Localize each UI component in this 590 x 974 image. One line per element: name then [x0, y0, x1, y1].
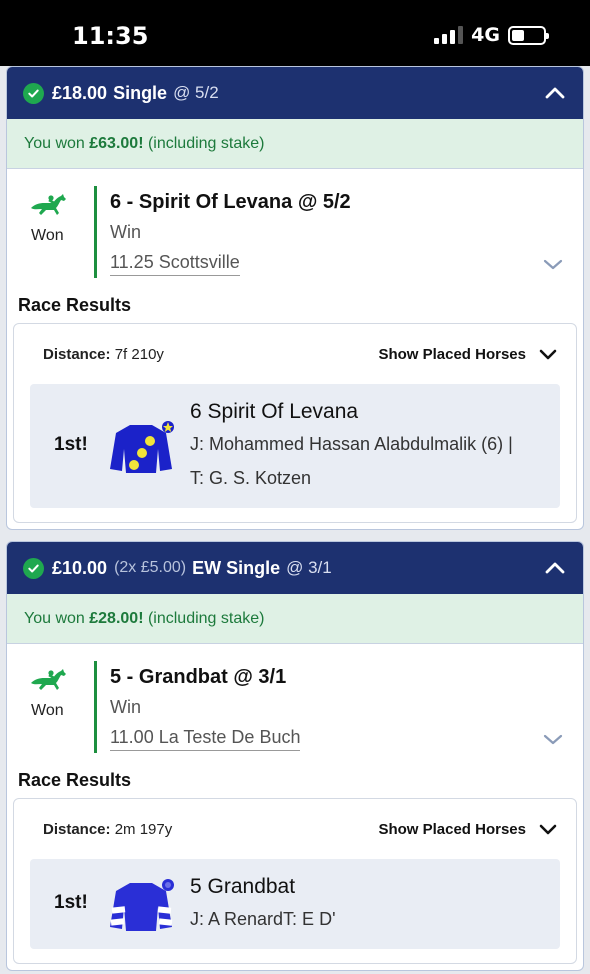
- show-placed-label: Show Placed Horses: [378, 820, 526, 838]
- finish-position: 1st!: [54, 892, 88, 913]
- win-amount: £63.00!: [89, 134, 144, 152]
- selection-market: Win: [110, 222, 141, 242]
- bet-card: £18.00 Single @ 5/2 You won £63.00! (inc…: [6, 66, 584, 530]
- each-way-breakdown: (2x £5.00): [114, 559, 187, 576]
- selection-row: Won 6 - Spirit Of Levana @ 5/2 Win 11.25…: [7, 169, 583, 287]
- network-type: 4G: [471, 24, 500, 46]
- jockey-silks-icon: [110, 879, 174, 931]
- race-results-title: Race Results: [18, 770, 132, 790]
- racehorse-icon: [31, 669, 66, 690]
- selection-name: 5 - Grandbat @ 3/1: [110, 666, 287, 688]
- clock: 11:35: [72, 22, 149, 50]
- status-divider: [94, 661, 97, 753]
- selection-name: 6 - Spirit Of Levana @ 5/2: [110, 191, 351, 213]
- race-results-title: Race Results: [18, 295, 132, 315]
- race-link[interactable]: 11.25 Scottsville: [110, 252, 240, 276]
- win-amount: £28.00!: [89, 609, 144, 627]
- win-banner: You won £63.00! (including stake): [7, 119, 583, 169]
- status-divider: [94, 186, 97, 278]
- race-results-panel: Distance: 7f 210y Show Placed Horses 1st…: [13, 323, 577, 523]
- show-placed-horses-toggle[interactable]: Show Placed Horses: [378, 346, 558, 363]
- bet-type: EW Single: [192, 557, 281, 578]
- jockey-silks-icon: [110, 421, 174, 473]
- chevron-down-icon[interactable]: [542, 731, 564, 747]
- win-prefix: You won: [24, 134, 85, 152]
- win-prefix: You won: [24, 609, 85, 627]
- status-bar: 11:35 4G: [0, 0, 590, 66]
- bet-type: Single: [113, 82, 168, 103]
- distance-label: Distance:: [43, 345, 111, 363]
- chevron-up-icon[interactable]: [543, 556, 567, 580]
- check-circle-icon: [23, 557, 44, 579]
- bet-card: £10.00 (2x £5.00) EW Single @ 3/1 You wo…: [6, 541, 584, 971]
- show-placed-label: Show Placed Horses: [378, 345, 526, 363]
- result-jockey: J: A RenardT: E D': [190, 909, 336, 929]
- bet-stake: £18.00: [52, 82, 108, 103]
- chevron-down-icon: [539, 349, 557, 360]
- distance-value: 7f 210y: [114, 345, 164, 363]
- chevron-down-icon: [539, 824, 557, 835]
- bet-header[interactable]: £18.00 Single @ 5/2: [7, 67, 583, 119]
- show-placed-horses-toggle[interactable]: Show Placed Horses: [378, 821, 558, 838]
- race-link[interactable]: 11.00 La Teste De Buch: [110, 727, 301, 751]
- chevron-up-icon[interactable]: [543, 81, 567, 105]
- result-trainer: T: G. S. Kotzen: [190, 468, 312, 488]
- signal-icon: [434, 26, 464, 44]
- win-suffix: (including stake): [147, 134, 265, 152]
- bet-odds: @ 3/1: [286, 558, 332, 577]
- selection-row: Won 5 - Grandbat @ 3/1 Win 11.00 La Test…: [7, 644, 583, 762]
- selection-market: Win: [110, 697, 141, 717]
- result-horse-name: 6 Spirit Of Levana: [190, 400, 359, 423]
- selection-status: Won: [31, 702, 64, 719]
- result-row: 1st! 5 Grandbat J: A RenardT: E D': [30, 859, 560, 949]
- selection-status: Won: [31, 227, 64, 244]
- distance-value: 2m 197y: [114, 820, 173, 838]
- distance: Distance: 7f 210y: [43, 346, 164, 363]
- bet-stake: £10.00: [52, 557, 108, 578]
- finish-position: 1st!: [54, 434, 88, 455]
- battery-icon: [508, 25, 549, 45]
- distance: Distance: 2m 197y: [43, 821, 172, 838]
- racehorse-icon: [31, 194, 66, 215]
- check-circle-icon: [23, 82, 44, 104]
- race-results-panel: Distance: 2m 197y Show Placed Horses 1st…: [13, 798, 577, 964]
- result-horse-name: 5 Grandbat: [190, 875, 296, 898]
- result-jockey: J: Mohammed Hassan Alabdulmalik (6) |: [190, 434, 513, 454]
- bet-odds: @ 5/2: [173, 83, 219, 102]
- win-suffix: (including stake): [147, 609, 265, 627]
- chevron-down-icon[interactable]: [542, 256, 564, 272]
- result-row: 1st! 6 Spirit Of Levana J: Mohammed Hass…: [30, 384, 560, 508]
- win-banner: You won £28.00! (including stake): [7, 594, 583, 644]
- distance-label: Distance:: [43, 820, 111, 838]
- bet-header[interactable]: £10.00 (2x £5.00) EW Single @ 3/1: [7, 542, 583, 594]
